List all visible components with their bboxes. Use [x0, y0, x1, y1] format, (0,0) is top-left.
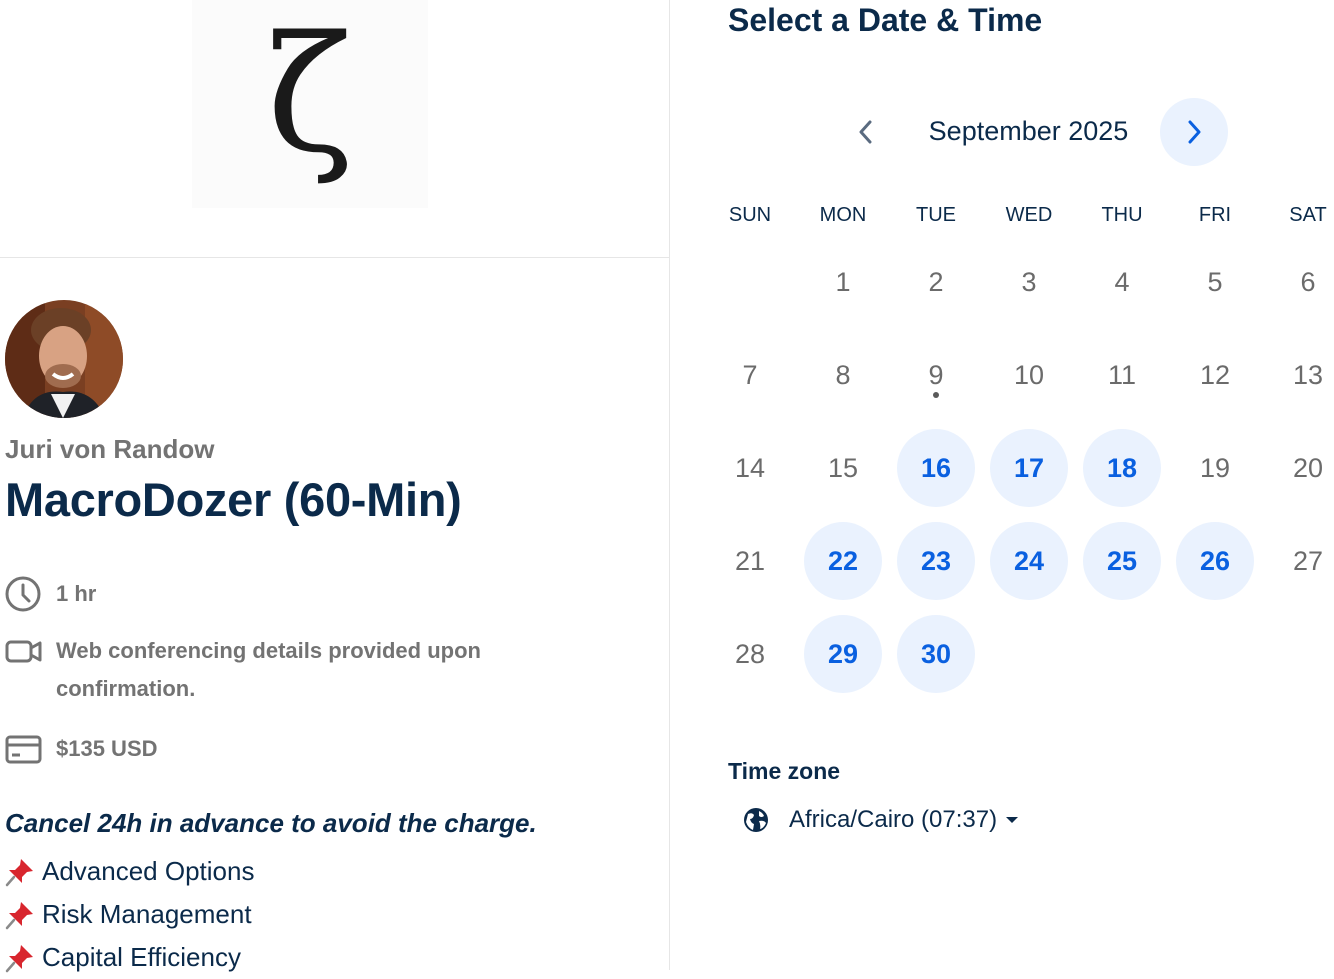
divider — [0, 257, 669, 258]
calendar-day-available[interactable]: 29 — [804, 615, 882, 693]
month-label: September 2025 — [928, 116, 1129, 146]
scheduler-panel: Select a Date & Time September 2025 SUN M… — [670, 0, 1334, 970]
pushpin-icon — [5, 901, 33, 929]
calendar-day: 7 — [742, 360, 758, 390]
weekday-header: THU — [1101, 204, 1143, 226]
calendar-day-available[interactable]: 22 — [804, 522, 882, 600]
feature-label: Advanced Options — [42, 856, 255, 886]
duration-row: 1 hr — [5, 575, 96, 613]
weekday-header: SAT — [1289, 204, 1327, 226]
location-text: Web conferencing details provided upon c… — [56, 638, 481, 701]
weekday-header: WED — [1005, 204, 1053, 226]
feature-label: Capital Efficiency — [42, 942, 241, 972]
calendar-day: 9 — [897, 336, 975, 414]
calendar-day: 13 — [1292, 360, 1324, 390]
feature-item: Risk Management — [5, 893, 254, 936]
location-row: Web conferencing details provided upon c… — [5, 632, 565, 708]
calendar-day: 6 — [1300, 267, 1316, 297]
brand-logo: ζ — [192, 0, 428, 208]
chevron-right-icon — [1188, 120, 1201, 144]
calendar-day-available[interactable]: 26 — [1176, 522, 1254, 600]
calendar-day: 11 — [1107, 360, 1137, 390]
calendar-day-available[interactable]: 25 — [1083, 522, 1161, 600]
today-indicator — [933, 392, 939, 398]
chevron-left-icon — [859, 120, 872, 144]
duration-text: 1 hr — [56, 581, 97, 606]
video-camera-icon — [5, 640, 42, 663]
credit-card-icon — [5, 735, 42, 764]
timezone-value: Africa/Cairo (07:37) — [789, 806, 998, 833]
calendar-day: 1 — [835, 267, 851, 297]
event-title: MacroDozer (60-Min) — [5, 473, 462, 526]
calendar-day: 8 — [835, 360, 851, 390]
globe-icon — [744, 808, 768, 832]
calendar-day: 5 — [1207, 267, 1223, 297]
next-month-button[interactable] — [1160, 98, 1228, 166]
calendar-day: 15 — [827, 453, 859, 483]
scheduler-title: Select a Date & Time — [728, 2, 1043, 38]
pushpin-icon — [5, 944, 33, 972]
calendar-day: 27 — [1292, 546, 1324, 576]
calendar-day: 12 — [1199, 360, 1231, 390]
feature-item: Capital Efficiency — [5, 936, 254, 979]
calendar-day-available[interactable]: 30 — [897, 615, 975, 693]
calendar-day-available[interactable]: 23 — [897, 522, 975, 600]
calendar-day: 19 — [1199, 453, 1231, 483]
calendar-day: 4 — [1114, 267, 1130, 297]
calendar-day: 14 — [734, 453, 766, 483]
feature-label: Risk Management — [42, 899, 252, 929]
price-text: $135 USD — [56, 736, 158, 761]
feature-list: Advanced Options Risk Management Capital… — [5, 850, 254, 979]
calendar-day-available[interactable]: 17 — [990, 429, 1068, 507]
host-name: Juri von Randow — [5, 434, 215, 464]
timezone-label: Time zone — [728, 758, 841, 784]
weekday-header: MON — [819, 204, 867, 226]
calendar-day-available[interactable]: 18 — [1083, 429, 1161, 507]
calendar-day: 21 — [734, 546, 766, 576]
clock-icon — [5, 576, 41, 612]
pushpin-icon — [5, 858, 33, 886]
timezone-select[interactable]: Africa/Cairo (07:37) — [742, 800, 1019, 840]
calendar-day-available[interactable]: 16 — [897, 429, 975, 507]
logo-glyph: ζ — [266, 1, 354, 188]
calendar-day: 2 — [928, 267, 944, 297]
price-row: $135 USD — [5, 730, 158, 768]
feature-item: Advanced Options — [5, 850, 254, 893]
weekday-header: SUN — [728, 204, 772, 226]
weekday-header: FRI — [1198, 204, 1232, 226]
previous-month-button[interactable] — [846, 112, 886, 152]
calendar-day: 3 — [1021, 267, 1037, 297]
weekday-header: TUE — [916, 204, 956, 226]
cancellation-note: Cancel 24h in advance to avoid the charg… — [5, 808, 537, 838]
caret-down-icon — [1006, 817, 1019, 823]
calendar-day: 20 — [1292, 453, 1324, 483]
event-details-panel: ζ Juri von Randow MacroDozer (60-Min) 1 … — [0, 0, 670, 972]
calendar-day: 10 — [1013, 360, 1045, 390]
host-avatar — [5, 300, 123, 418]
month-navigation: September 2025 — [670, 96, 1334, 166]
calendar-day: 28 — [734, 639, 766, 669]
calendar-day-available[interactable]: 24 — [990, 522, 1068, 600]
